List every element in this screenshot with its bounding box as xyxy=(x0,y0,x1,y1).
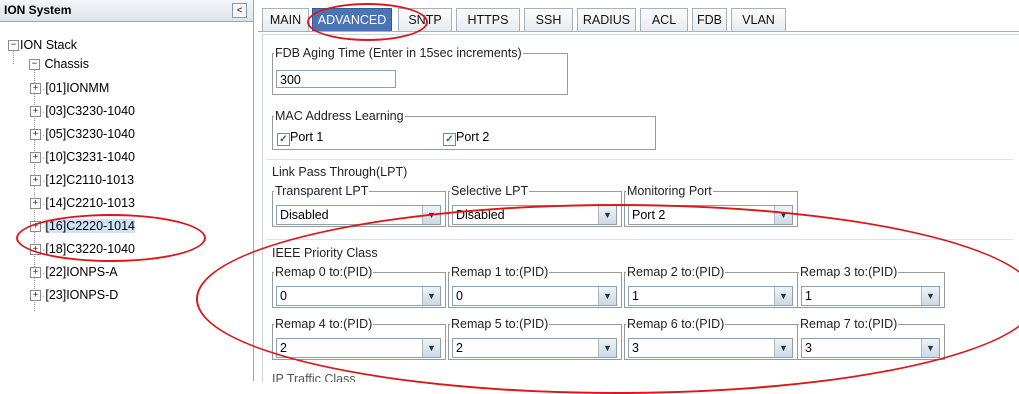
tree-node-label: [03]C3230-1040 xyxy=(45,104,135,118)
tree-node-item[interactable]: + ·[10]C3231-1040 xyxy=(30,148,135,166)
port1-checkbox[interactable]: ✓ xyxy=(277,133,290,146)
port2-label: Port 2 xyxy=(456,130,490,144)
tree-header: ION System < xyxy=(0,0,253,22)
lpt-title: Link Pass Through(LPT) xyxy=(272,165,408,179)
tree-node-item[interactable]: + ·[14]C2210-1013 xyxy=(30,194,135,212)
tree-node-chassis[interactable]: − Chassis xyxy=(29,55,89,73)
tree-node-label: [22]IONPS-A xyxy=(45,265,118,279)
tree-node-item[interactable]: + ·[01]IONMM xyxy=(30,79,109,97)
annotation-oval-ieee xyxy=(196,204,1019,394)
monitoring-port-label: Monitoring Port xyxy=(627,184,712,198)
collapse-panel-button[interactable]: < xyxy=(232,3,247,18)
annotation-oval-tab xyxy=(307,3,428,41)
collapse-icon[interactable]: − xyxy=(29,59,40,71)
tree-node-item[interactable]: + ·[05]C3230-1040 xyxy=(30,125,135,143)
tree-node-root[interactable]: − ION Stack xyxy=(8,36,77,54)
tab-fdb[interactable]: FDB xyxy=(692,8,727,31)
tree-node-label: [05]C3230-1040 xyxy=(45,127,135,141)
expand-icon[interactable]: + xyxy=(30,83,41,95)
tree-title: ION System xyxy=(4,3,72,17)
expand-icon[interactable]: + xyxy=(30,198,41,210)
section-divider xyxy=(266,159,1014,160)
port2-checkbox[interactable]: ✓ xyxy=(443,133,456,146)
tab-vlan[interactable]: VLAN xyxy=(731,8,786,31)
fdb-aging-input[interactable]: 300 xyxy=(276,70,396,88)
annotation-oval-tree xyxy=(16,214,206,262)
tree-node-item[interactable]: + ·[03]C3230-1040 xyxy=(30,102,135,120)
port2-checkbox-row[interactable]: ✓ Port 2 xyxy=(443,130,489,146)
port1-checkbox-row[interactable]: ✓ Port 1 xyxy=(277,130,323,146)
tree-node-label: [23]IONPS-D xyxy=(45,288,119,302)
tab-acl[interactable]: ACL xyxy=(640,8,688,31)
collapse-icon[interactable]: − xyxy=(8,40,19,52)
port1-label: Port 1 xyxy=(290,130,324,144)
tree-node-item[interactable]: + ·[12]C2110-1013 xyxy=(30,171,134,189)
expand-icon[interactable]: + xyxy=(30,106,41,118)
transparent-lpt-value: Disabled xyxy=(280,208,329,222)
mac-learning-label: MAC Address Learning xyxy=(275,109,404,123)
selective-lpt-label: Selective LPT xyxy=(451,184,529,198)
expand-icon[interactable]: + xyxy=(30,129,41,141)
tab-ssh[interactable]: SSH xyxy=(524,8,573,31)
tree-node-label: [12]C2110-1013 xyxy=(45,173,135,187)
tree-node-label: [10]C3231-1040 xyxy=(45,150,135,164)
expand-icon[interactable]: + xyxy=(30,267,41,279)
tree-node-item[interactable]: + ·[23]IONPS-D xyxy=(30,286,118,304)
tab-https[interactable]: HTTPS xyxy=(456,8,520,31)
expand-icon[interactable]: + xyxy=(30,152,41,164)
transparent-lpt-label: Transparent LPT xyxy=(275,184,369,198)
expand-icon[interactable]: + xyxy=(30,290,41,302)
tab-main[interactable]: MAIN xyxy=(262,8,309,31)
tab-radius[interactable]: RADIUS xyxy=(577,8,636,31)
fdb-aging-label: FDB Aging Time (Enter in 15sec increment… xyxy=(275,46,522,60)
tree-node-label: [01]IONMM xyxy=(45,81,110,95)
tree-node-label: [14]C2210-1013 xyxy=(45,196,135,210)
tree-node-item[interactable]: + ·[22]IONPS-A xyxy=(30,263,118,281)
expand-icon[interactable]: + xyxy=(30,175,41,187)
